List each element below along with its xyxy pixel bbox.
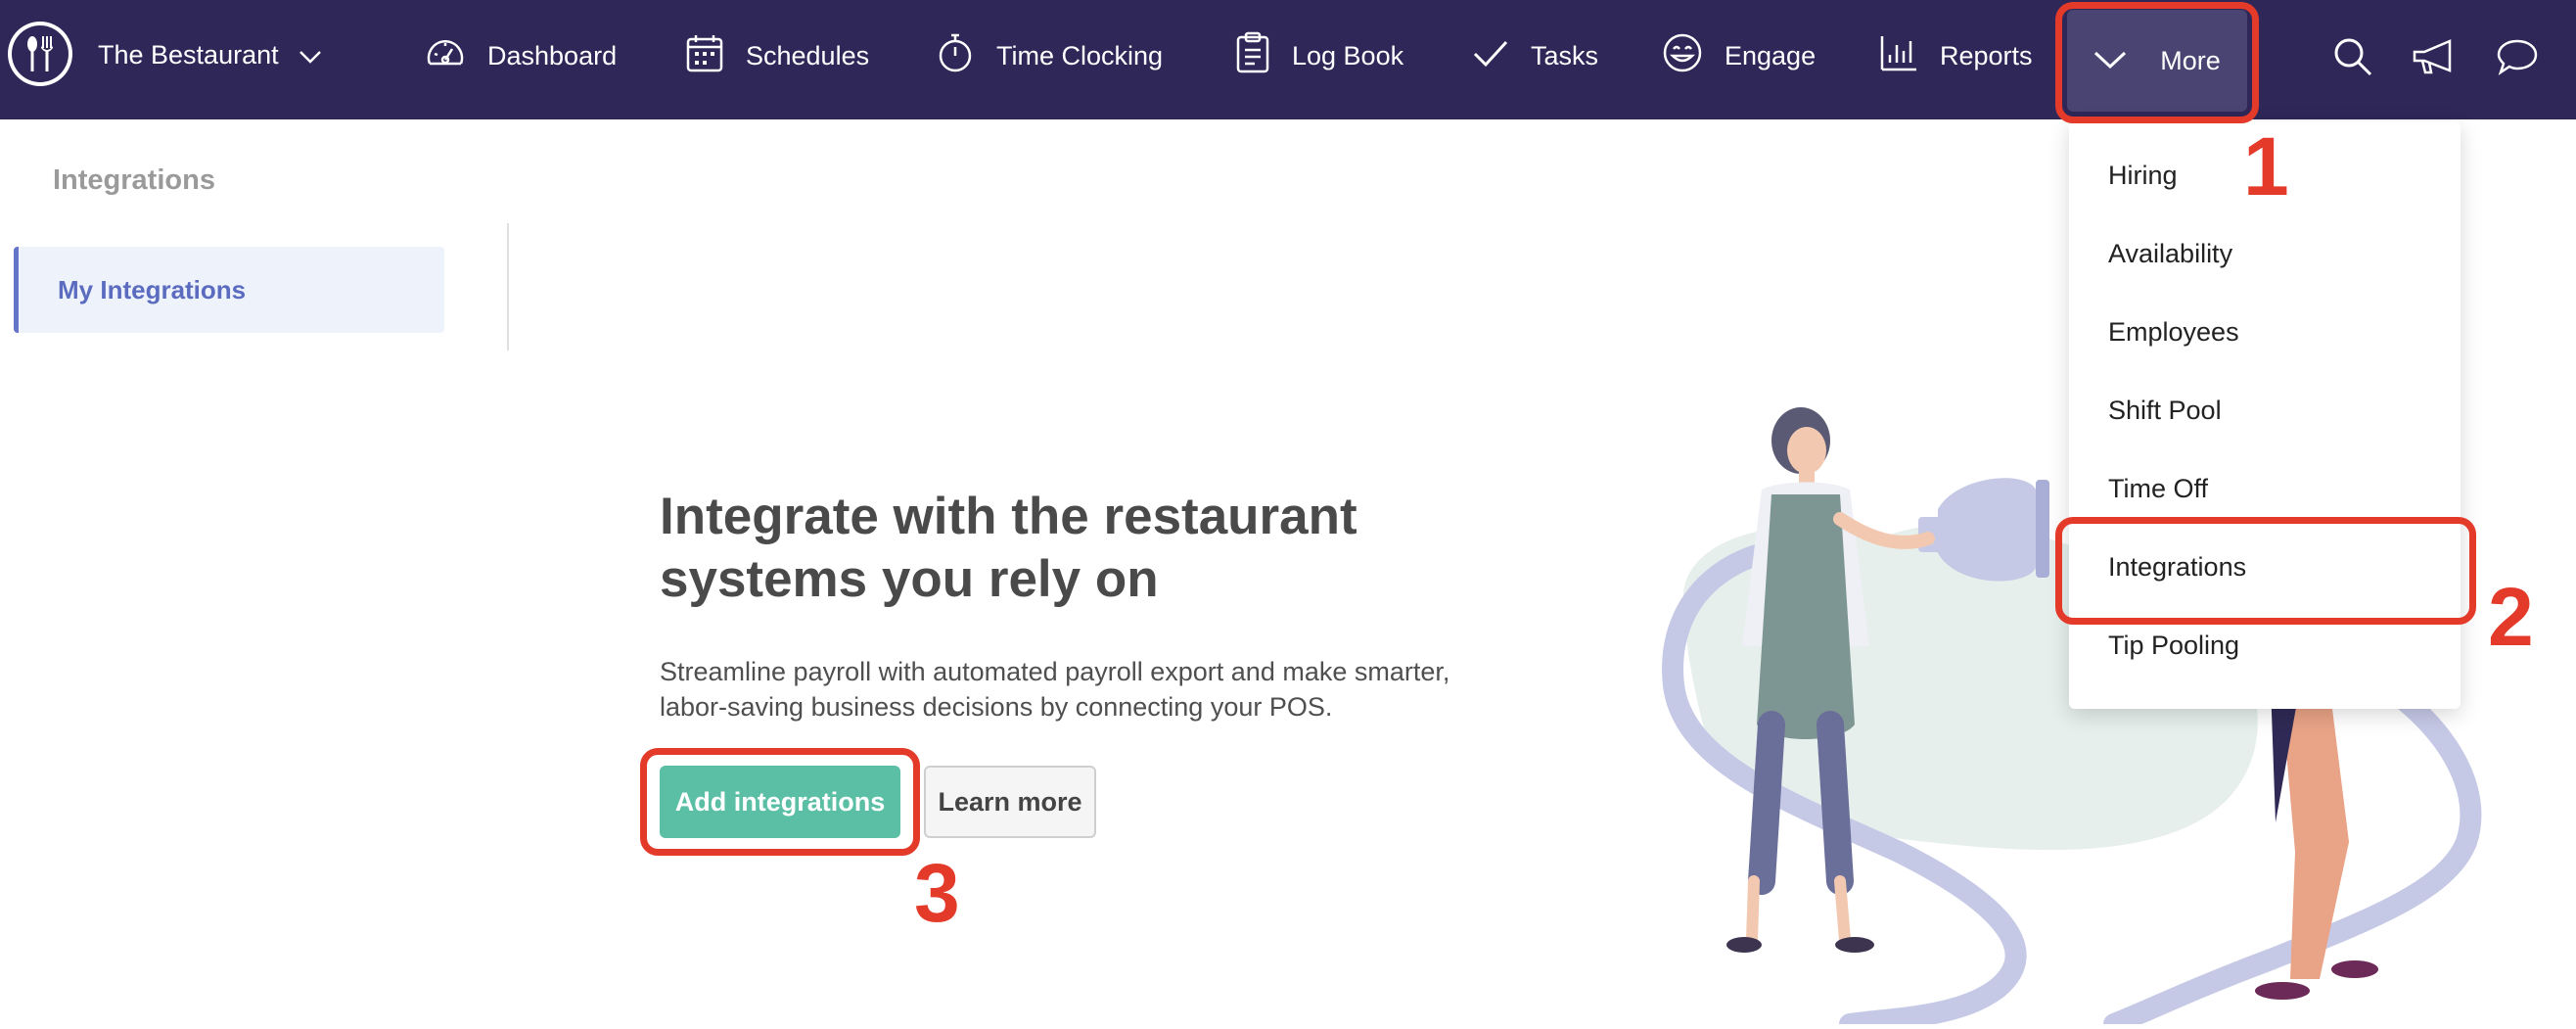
menu-item-employees[interactable]: Employees: [2108, 317, 2239, 348]
nav-dashboard[interactable]: Dashboard: [425, 29, 617, 82]
menu-item-hiring[interactable]: Hiring: [2108, 161, 2178, 191]
gauge-icon: [425, 32, 466, 80]
location-name: The Bestaurant: [98, 39, 279, 70]
annotation-number-3: 3: [914, 847, 960, 939]
clipboard-icon: [1235, 31, 1270, 81]
sidebar-divider: [507, 223, 509, 351]
smiley-icon: [1662, 32, 1703, 80]
stopwatch-icon: [936, 31, 975, 81]
annotation-number-1: 1: [2243, 120, 2289, 212]
page-headline: Integrate with the restaurant systems yo…: [660, 488, 1357, 608]
megaphone-icon[interactable]: [2410, 33, 2457, 80]
sidebar-item-my-integrations[interactable]: My Integrations: [14, 247, 444, 333]
nav-reports-label: Reports: [1940, 40, 2033, 70]
sidebar-title: Integrations: [53, 164, 215, 196]
menu-item-shift-pool[interactable]: Shift Pool: [2108, 396, 2222, 426]
nav-schedules[interactable]: Schedules: [685, 29, 869, 82]
menu-item-tip-pooling[interactable]: Tip Pooling: [2108, 631, 2239, 661]
nav-tasks-label: Tasks: [1531, 40, 1599, 70]
nav-tasks[interactable]: Tasks: [1472, 29, 1598, 82]
annotation-number-2: 2: [2488, 571, 2534, 663]
nav-engage-label: Engage: [1725, 40, 1817, 70]
annotation-box-add-integrations: [640, 748, 920, 856]
checkmark-icon: [1472, 34, 1509, 78]
learn-more-button[interactable]: Learn more: [924, 766, 1096, 838]
nav-reports[interactable]: Reports: [1879, 29, 2033, 82]
bar-chart-icon: [1879, 33, 1918, 79]
annotation-box-integrations: [2055, 517, 2476, 625]
nav-time-clocking-label: Time Clocking: [996, 40, 1164, 70]
nav-time-clocking[interactable]: Time Clocking: [936, 29, 1163, 82]
annotation-box-more: [2055, 2, 2259, 123]
nav-engage[interactable]: Engage: [1662, 29, 1816, 82]
menu-item-availability[interactable]: Availability: [2108, 239, 2232, 269]
search-icon[interactable]: [2329, 33, 2376, 80]
menu-item-time-off[interactable]: Time Off: [2108, 474, 2208, 504]
chat-bubble-icon[interactable]: [2494, 33, 2541, 80]
calendar-icon: [685, 32, 724, 80]
nav-log-book-label: Log Book: [1292, 40, 1404, 70]
location-selector[interactable]: The Bestaurant: [98, 35, 322, 74]
restaurant-logo[interactable]: [8, 22, 72, 86]
nav-dashboard-label: Dashboard: [487, 40, 618, 70]
nav-schedules-label: Schedules: [746, 40, 870, 70]
page-description: Streamline payroll with automated payrol…: [660, 657, 1450, 722]
nav-log-book[interactable]: Log Book: [1235, 29, 1403, 82]
fork-spoon-icon: [12, 25, 69, 82]
chevron-down-icon: [299, 40, 322, 70]
